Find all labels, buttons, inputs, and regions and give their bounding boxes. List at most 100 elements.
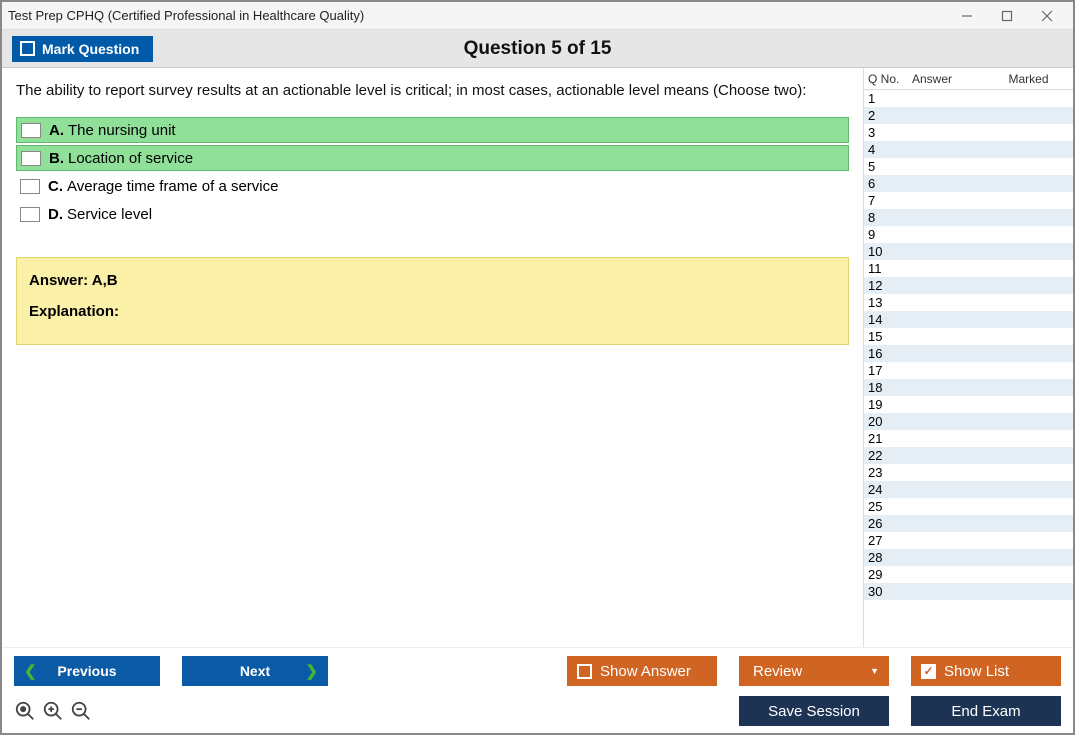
option-letter: A. bbox=[49, 122, 64, 139]
question-list-row[interactable]: 18 bbox=[864, 379, 1073, 396]
question-number: 24 bbox=[868, 482, 908, 497]
question-list-row[interactable]: 28 bbox=[864, 549, 1073, 566]
footer: ❮ Previous Next ❯ Show Answer Review ▼ ✓… bbox=[2, 647, 1073, 733]
question-number: 17 bbox=[868, 363, 908, 378]
maximize-button[interactable] bbox=[987, 3, 1027, 29]
zoom-reset-icon bbox=[14, 700, 36, 722]
chevron-left-icon: ❮ bbox=[24, 662, 37, 680]
maximize-icon bbox=[1001, 10, 1013, 22]
show-answer-label: Show Answer bbox=[600, 663, 691, 680]
col-marked: Marked bbox=[984, 72, 1073, 86]
question-list-row[interactable]: 7 bbox=[864, 192, 1073, 209]
col-qno: Q No. bbox=[868, 72, 912, 86]
save-session-button[interactable]: Save Session bbox=[739, 696, 889, 726]
question-list-row[interactable]: 20 bbox=[864, 413, 1073, 430]
titlebar: Test Prep CPHQ (Certified Professional i… bbox=[2, 2, 1073, 30]
question-list-row[interactable]: 25 bbox=[864, 498, 1073, 515]
question-list-row[interactable]: 21 bbox=[864, 430, 1073, 447]
chevron-right-icon: ❯ bbox=[305, 662, 318, 680]
minimize-button[interactable] bbox=[947, 3, 987, 29]
review-label: Review bbox=[753, 663, 802, 680]
question-list[interactable]: 1234567891011121314151617181920212223242… bbox=[864, 90, 1073, 647]
question-number: 15 bbox=[868, 329, 908, 344]
zoom-out-button[interactable] bbox=[70, 700, 92, 722]
zoom-controls bbox=[14, 700, 92, 722]
question-list-row[interactable]: 23 bbox=[864, 464, 1073, 481]
question-list-row[interactable]: 10 bbox=[864, 243, 1073, 260]
question-list-row[interactable]: 27 bbox=[864, 532, 1073, 549]
option-letter: D. bbox=[48, 206, 63, 223]
question-list-row[interactable]: 15 bbox=[864, 328, 1073, 345]
question-list-row[interactable]: 5 bbox=[864, 158, 1073, 175]
question-number: 2 bbox=[868, 108, 908, 123]
option-row[interactable]: B. Location of service bbox=[16, 145, 849, 171]
show-list-label: Show List bbox=[944, 663, 1009, 680]
question-list-row[interactable]: 4 bbox=[864, 141, 1073, 158]
app-window: Test Prep CPHQ (Certified Professional i… bbox=[0, 0, 1075, 735]
question-list-row[interactable]: 6 bbox=[864, 175, 1073, 192]
next-label: Next bbox=[240, 663, 270, 679]
option-text: Average time frame of a service bbox=[67, 178, 278, 195]
question-list-row[interactable]: 16 bbox=[864, 345, 1073, 362]
chevron-down-icon: ▼ bbox=[870, 666, 879, 676]
option-checkbox-icon bbox=[20, 207, 40, 222]
end-exam-button[interactable]: End Exam bbox=[911, 696, 1061, 726]
minimize-icon bbox=[961, 10, 973, 22]
option-text: Location of service bbox=[68, 150, 193, 167]
question-number: 8 bbox=[868, 210, 908, 225]
show-answer-button[interactable]: Show Answer bbox=[567, 656, 717, 686]
zoom-reset-button[interactable] bbox=[14, 700, 36, 722]
mark-question-label: Mark Question bbox=[42, 41, 139, 57]
question-list-row[interactable]: 11 bbox=[864, 260, 1073, 277]
question-list-row[interactable]: 19 bbox=[864, 396, 1073, 413]
question-number: 11 bbox=[868, 261, 908, 276]
question-number: 13 bbox=[868, 295, 908, 310]
question-list-row[interactable]: 2 bbox=[864, 107, 1073, 124]
question-number: 28 bbox=[868, 550, 908, 565]
option-text: Service level bbox=[67, 206, 152, 223]
question-number: 18 bbox=[868, 380, 908, 395]
question-list-row[interactable]: 24 bbox=[864, 481, 1073, 498]
question-list-header: Q No. Answer Marked bbox=[864, 68, 1073, 90]
question-number: 29 bbox=[868, 567, 908, 582]
question-list-row[interactable]: 12 bbox=[864, 277, 1073, 294]
question-number: 20 bbox=[868, 414, 908, 429]
question-list-row[interactable]: 29 bbox=[864, 566, 1073, 583]
mark-question-button[interactable]: Mark Question bbox=[12, 36, 153, 62]
question-list-row[interactable]: 8 bbox=[864, 209, 1073, 226]
question-number: 30 bbox=[868, 584, 908, 599]
option-row[interactable]: C. Average time frame of a service bbox=[16, 173, 849, 199]
content-row: The ability to report survey results at … bbox=[2, 68, 1073, 647]
option-row[interactable]: A. The nursing unit bbox=[16, 117, 849, 143]
question-list-row[interactable]: 1 bbox=[864, 90, 1073, 107]
option-row[interactable]: D. Service level bbox=[16, 201, 849, 227]
question-number: 26 bbox=[868, 516, 908, 531]
question-list-row[interactable]: 13 bbox=[864, 294, 1073, 311]
options-group: A. The nursing unitB. Location of servic… bbox=[16, 117, 849, 229]
close-button[interactable] bbox=[1027, 3, 1067, 29]
question-number: 16 bbox=[868, 346, 908, 361]
option-checkbox-icon bbox=[20, 179, 40, 194]
question-number: 27 bbox=[868, 533, 908, 548]
mark-checkbox-icon bbox=[20, 41, 35, 56]
question-list-row[interactable]: 14 bbox=[864, 311, 1073, 328]
question-number: 6 bbox=[868, 176, 908, 191]
question-list-row[interactable]: 9 bbox=[864, 226, 1073, 243]
question-list-row[interactable]: 22 bbox=[864, 447, 1073, 464]
review-button[interactable]: Review ▼ bbox=[739, 656, 889, 686]
question-number: 10 bbox=[868, 244, 908, 259]
previous-button[interactable]: ❮ Previous bbox=[14, 656, 160, 686]
question-number: 14 bbox=[868, 312, 908, 327]
answer-line: Answer: A,B bbox=[29, 272, 836, 289]
option-text: The nursing unit bbox=[68, 122, 176, 139]
next-button[interactable]: Next ❯ bbox=[182, 656, 328, 686]
question-list-row[interactable]: 26 bbox=[864, 515, 1073, 532]
question-list-row[interactable]: 17 bbox=[864, 362, 1073, 379]
show-answer-checkbox-icon bbox=[577, 664, 592, 679]
option-checkbox-icon bbox=[21, 123, 41, 138]
question-list-row[interactable]: 30 bbox=[864, 583, 1073, 600]
question-list-row[interactable]: 3 bbox=[864, 124, 1073, 141]
show-list-button[interactable]: ✓ Show List bbox=[911, 656, 1061, 686]
question-number: 22 bbox=[868, 448, 908, 463]
zoom-in-button[interactable] bbox=[42, 700, 64, 722]
